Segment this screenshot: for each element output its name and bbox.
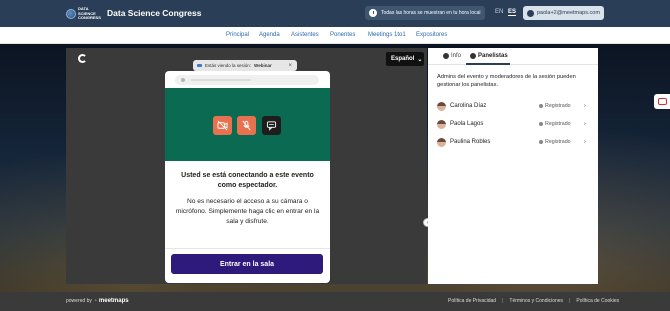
nav-item-ponentes[interactable]: Ponentes	[330, 32, 355, 38]
nav-item-expositores[interactable]: Expositores	[416, 32, 447, 38]
nav-item-meetings[interactable]: Meetings 1to1	[368, 32, 406, 38]
terms-link[interactable]: Términos y Condiciones	[509, 298, 563, 304]
footer-links: Política de Privacidad | Términos y Cond…	[448, 298, 619, 304]
user-email: paola+2@meetmaps.com	[537, 10, 600, 16]
nav-item-asistentes[interactable]: Asistentes	[291, 32, 319, 38]
mic-off-icon	[242, 120, 251, 131]
side-ticket-tab[interactable]	[654, 94, 670, 109]
powered-brand[interactable]: meetmaps	[99, 298, 129, 304]
status-badge: Registrado	[539, 121, 571, 127]
language-select-value: Español	[391, 56, 415, 62]
status-text: Registrado	[545, 103, 571, 109]
active-tab-indicator	[466, 63, 510, 65]
session-name: Webinar	[254, 63, 272, 68]
chevron-down-icon: ⌄	[417, 56, 423, 63]
avatar	[437, 101, 446, 111]
privacy-link[interactable]: Política de Privacidad	[448, 298, 496, 304]
mic-off-button[interactable]	[237, 116, 256, 135]
clock-icon	[369, 9, 377, 17]
avatar	[437, 119, 446, 129]
modal-title: Usted se está conectando a este evento c…	[181, 172, 314, 189]
session-status-pill: Estás viendo la sesión: Webinar ×	[193, 60, 297, 71]
user-icon	[527, 9, 534, 17]
ticket-icon	[657, 98, 667, 105]
status-badge: Registrado	[539, 103, 571, 109]
enter-room-button[interactable]: Entrar en la sala	[171, 254, 323, 274]
status-badge: Registrado	[539, 139, 571, 145]
nav-item-principal[interactable]: Principal	[226, 32, 249, 38]
tab-panelists-label: Panelistas	[478, 53, 508, 59]
cookies-link[interactable]: Política de Cookies	[576, 298, 619, 304]
status-dot-icon	[539, 104, 543, 108]
logo-line-3: CONGRESS	[78, 15, 101, 21]
footer-separator: |	[502, 298, 504, 304]
panelist-row[interactable]: Carolina Díaz Registrado ›	[437, 101, 589, 111]
tab-info[interactable]: Info	[443, 53, 461, 59]
chevron-right-icon[interactable]: ›	[584, 121, 586, 127]
panelist-row[interactable]: Paola Lagos Registrado ›	[437, 119, 589, 129]
tab-panelists[interactable]: Panelistas	[470, 53, 508, 59]
timezone-text: Todas las horas se muestran en tu hora l…	[381, 10, 481, 16]
chat-icon	[266, 121, 277, 131]
panel-tabs: Info Panelistas	[428, 48, 598, 65]
modal-body: No es necesario el acceso a su cámara o …	[175, 198, 320, 225]
panelist-name: Paola Lagos	[450, 121, 484, 127]
panel-description: Admins del evento y moderadores de la se…	[437, 74, 576, 88]
timezone-notice: Todas las horas se muestran en tu hora l…	[365, 6, 485, 20]
chevron-right-icon[interactable]: ›	[584, 103, 586, 109]
session-prefix: Estás viendo la sesión:	[205, 63, 252, 68]
panelist-name: Carolina Díaz	[450, 103, 487, 109]
language-select[interactable]: Español ⌄	[386, 52, 424, 66]
nav-item-agenda[interactable]: Agenda	[259, 32, 280, 38]
language-en-link[interactable]: EN	[495, 9, 503, 15]
camera-off-button[interactable]	[213, 116, 232, 135]
status-text: Registrado	[545, 121, 571, 127]
main-nav: Principal Agenda Asistentes Ponentes Mee…	[0, 27, 670, 44]
chat-button[interactable]	[262, 116, 281, 135]
event-logo[interactable]: DATA SCIENCE CONGRESS	[66, 7, 102, 21]
panelist-name: Paulina Robles	[450, 139, 491, 145]
status-dot-icon	[539, 140, 543, 144]
meetmaps-logo-icon	[78, 54, 87, 63]
camera-off-icon	[217, 120, 228, 131]
info-icon	[443, 53, 449, 59]
powered-by: powered by ◔ meetmaps	[66, 298, 129, 304]
status-text: Registrado	[545, 139, 571, 145]
top-header: DATA SCIENCE CONGRESS Data Science Congr…	[0, 0, 670, 27]
browser-bar	[175, 75, 319, 85]
modal-divider	[165, 248, 330, 249]
footer-separator: |	[569, 298, 571, 304]
settings-icon	[470, 53, 476, 59]
close-icon[interactable]: ×	[288, 63, 292, 69]
chevron-right-icon[interactable]: ›	[584, 139, 586, 145]
powered-by-text: powered by	[66, 298, 92, 304]
camera-icon	[197, 63, 202, 68]
globe-icon	[66, 9, 76, 19]
tab-info-label: Info	[451, 53, 462, 59]
avatar	[437, 137, 446, 147]
panelist-row[interactable]: Paulina Robles Registrado ›	[437, 137, 589, 147]
event-title: Data Science Congress	[107, 8, 202, 18]
status-dot-icon	[539, 122, 543, 126]
user-menu-button[interactable]: paola+2@meetmaps.com	[523, 6, 604, 20]
side-panel: Info Panelistas Admins del evento y mode…	[428, 48, 598, 284]
language-es-link[interactable]: ES	[508, 9, 517, 16]
footer: powered by ◔ meetmaps Política de Privac…	[0, 292, 670, 311]
meetmaps-icon: ◔	[93, 298, 97, 304]
